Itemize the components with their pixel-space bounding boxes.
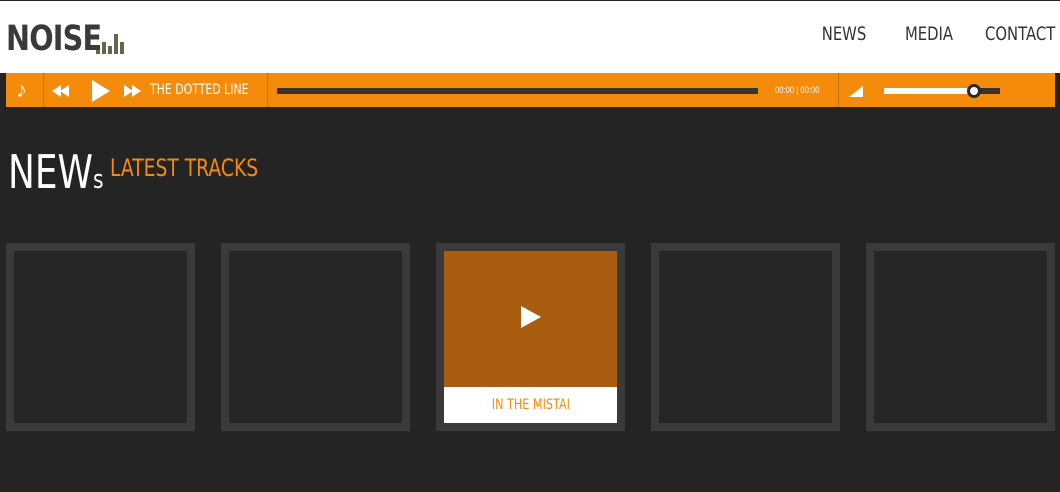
player-divider [43,73,44,107]
volume-handle[interactable] [967,84,982,98]
nav-item-contact[interactable]: CONTACT [985,23,1055,45]
player-divider [838,73,839,107]
volume-slider[interactable] [884,84,1000,98]
track-artwork[interactable] [444,251,617,387]
track-tile-2[interactable] [221,243,410,431]
fast-forward-icon[interactable] [124,84,142,102]
section-title-small: s [92,165,104,195]
progress-bar[interactable] [277,88,758,94]
section-title: NEWs [8,146,104,206]
section-subtitle: LATEST TRACKS [110,154,259,182]
track-label-text: IN THE MISTAI [491,397,570,413]
site-header: NOISE NEWS MEDIA CONTACT [0,0,1060,73]
track-tile-4[interactable] [651,243,840,431]
nav-item-news[interactable]: NEWS [821,23,868,45]
player-divider [267,73,268,107]
audio-player: ♪ THE DOTTED LINE 00:00 | 00:00 [6,73,1055,107]
track-title: THE DOTTED LINE [150,82,249,98]
play-icon[interactable] [520,305,541,333]
volume-icon[interactable] [849,84,863,102]
site-logo[interactable]: NOISE [6,15,124,59]
volume-fill [884,88,975,94]
track-label[interactable]: IN THE MISTAI [444,387,617,423]
time-display: 00:00 | 00:00 [775,85,820,95]
section-title-big: NEW [8,145,93,199]
track-tile-3[interactable]: IN THE MISTAI [436,243,625,431]
rewind-icon[interactable] [52,84,70,102]
logo-text: NOISE [6,19,102,59]
track-tile-5[interactable] [866,243,1055,431]
play-icon[interactable] [92,80,110,107]
nav-item-media[interactable]: MEDIA [903,23,954,45]
track-tile-1[interactable] [6,243,195,431]
music-note-icon: ♪ [16,77,27,102]
